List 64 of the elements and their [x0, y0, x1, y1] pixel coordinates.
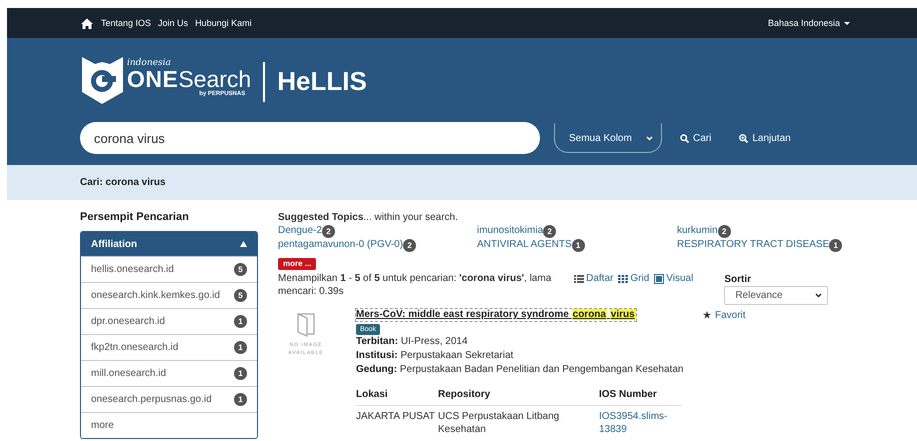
- logo-wordmark: ONE: [127, 68, 178, 90]
- zoom-in-icon: [739, 134, 748, 142]
- results-summary: Menampilkan 1 - 5 of 5 untuk pencarian: 'corona virus', lama mencari: 0.39s: [278, 272, 552, 299]
- view-grid-link[interactable]: Grid: [618, 273, 650, 284]
- count-badge: 1: [234, 367, 247, 380]
- chevron-down-icon: [815, 293, 822, 298]
- language-dropdown[interactable]: Bahasa Indonesia: [768, 18, 850, 28]
- table-cell: JAKARTA PUSAT: [356, 406, 438, 436]
- count-badge: 1: [829, 238, 842, 252]
- search-icon: [680, 134, 689, 142]
- nav-link[interactable]: Join Us: [158, 18, 188, 28]
- count-badge: 5: [234, 289, 247, 302]
- column-header: Lokasi: [356, 383, 438, 406]
- shield-logo-icon: [80, 54, 125, 106]
- view-visual-link[interactable]: Visual: [654, 273, 694, 284]
- table-cell: UCS Perpustakaan Litbang Kesehatan: [438, 406, 599, 436]
- scope-dropdown[interactable]: Semua Kolom: [554, 123, 662, 153]
- count-badge: 2: [403, 238, 416, 252]
- topic-link[interactable]: imunositokimia: [477, 224, 544, 238]
- more-button[interactable]: more ...: [278, 258, 316, 270]
- site-title: HeLLIS: [277, 66, 367, 97]
- list-icon: [574, 274, 584, 284]
- table-cell[interactable]: IOS3954.slims-13839: [599, 406, 682, 436]
- logo-wordmark: Search: [178, 68, 252, 90]
- grid-icon: [618, 274, 628, 284]
- sort-label: Sortir: [724, 274, 752, 286]
- count-badge: 1: [234, 393, 247, 406]
- home-icon: [80, 16, 94, 30]
- count-badge: 2: [543, 224, 556, 238]
- count-badge: 2: [322, 224, 335, 238]
- advanced-search-link[interactable]: Lanjutan: [739, 132, 791, 144]
- topic-link[interactable]: kurkumin: [677, 224, 718, 238]
- favorite-link[interactable]: Favorit: [703, 309, 746, 321]
- caret-icon: [844, 22, 850, 26]
- book-icon: [297, 313, 315, 337]
- more-link[interactable]: more: [81, 412, 257, 438]
- count-badge: 1: [234, 315, 247, 328]
- column-header: Repository: [438, 383, 599, 406]
- column-header: IOS Number: [599, 383, 682, 406]
- search-field[interactable]: corona virus: [80, 122, 540, 154]
- nav-link[interactable]: Hubungi Kami: [195, 18, 252, 28]
- suggested-topics-heading: Suggested Topics... within your search.: [278, 211, 459, 224]
- star-icon: [703, 311, 711, 319]
- sidebar-heading: Persempit Pencarian: [80, 211, 190, 225]
- detail-line: Terbitan: UI-Press, 2014: [356, 335, 469, 349]
- topic-link[interactable]: RESPIRATORY TRACT DISEASE: [677, 238, 830, 252]
- count-badge: 5: [234, 263, 247, 276]
- search-button[interactable]: Cari: [680, 132, 712, 144]
- topic-link[interactable]: Dengue-2: [278, 224, 322, 238]
- result-title-link[interactable]: Mers-CoV: middle east respiratory syndrome corona virus: [356, 309, 636, 321]
- detail-line: Gedung: Perpustakaan Badan Penelitian dan Pengembangan Kesehatan: [356, 363, 682, 377]
- count-badge: 2: [718, 224, 731, 238]
- chevron-down-icon: [646, 136, 653, 140]
- topic-link[interactable]: pentagamavunon-0 (PGV-0): [278, 238, 404, 252]
- sort-dropdown[interactable]: Relevance: [724, 286, 828, 305]
- search-query-heading: Cari: corona virus: [80, 177, 166, 188]
- count-badge: 1: [572, 238, 585, 252]
- logo-tagline: indonesia: [127, 58, 172, 68]
- detail-line: Institusi: Perpustakaan Sekretariat: [356, 349, 514, 363]
- view-list-link[interactable]: Daftar: [574, 273, 614, 284]
- nav-link[interactable]: Tentang IOS: [101, 18, 152, 28]
- topic-link[interactable]: ANTIVIRAL AGENTS: [477, 238, 572, 252]
- count-badge: 1: [234, 341, 247, 354]
- facet-header[interactable]: Affiliation: [81, 232, 257, 256]
